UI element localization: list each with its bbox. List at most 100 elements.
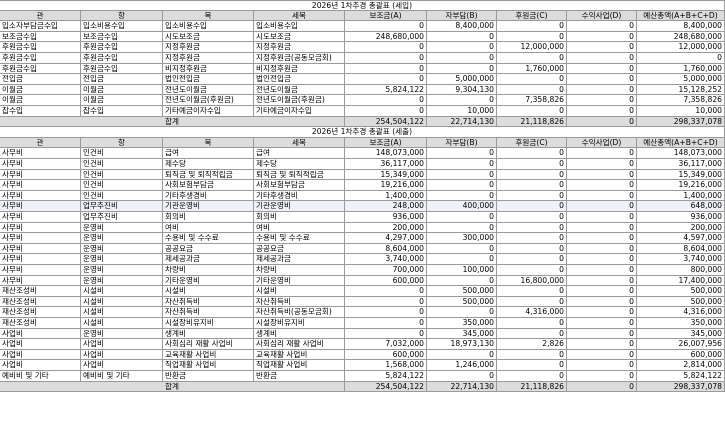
table1-cell[interactable]: 0 xyxy=(567,106,637,117)
table1-cell[interactable]: 전년도이월금 xyxy=(163,84,254,96)
table2-total-cell[interactable]: 254,504,122 xyxy=(345,381,427,393)
table1-cell[interactable]: 0 xyxy=(427,95,497,106)
table2-cell[interactable]: 7,032,000 xyxy=(345,339,427,350)
table1-cell[interactable]: 후원금수입 xyxy=(81,63,163,75)
table1-cell[interactable]: 보조금수입 xyxy=(81,31,163,43)
table2-cell[interactable]: 0 xyxy=(567,222,637,234)
table2-cell[interactable]: 0 xyxy=(427,190,497,202)
table1-cell[interactable]: 5,000,000 xyxy=(637,74,725,85)
table1-cell[interactable]: 입소비용수입 xyxy=(254,21,345,32)
table2-cell[interactable]: 사무비 xyxy=(0,190,81,202)
table2-cell[interactable]: 3,740,000 xyxy=(637,254,725,265)
table1-cell[interactable]: 법인전입금 xyxy=(163,74,254,85)
table2-cell[interactable]: 0 xyxy=(345,296,427,308)
table2-cell[interactable]: 재산조성비 xyxy=(0,307,81,318)
table2-cell[interactable]: 8,604,000 xyxy=(345,243,427,255)
table2-cell[interactable]: 시설비 xyxy=(163,286,254,297)
table1-cell[interactable]: 0 xyxy=(497,31,567,43)
table2-cell[interactable]: 사무비 xyxy=(0,148,81,159)
table1-cell[interactable]: 0 xyxy=(497,106,567,117)
table2-cell[interactable]: 0 xyxy=(497,159,567,170)
table1-cell[interactable]: 0 xyxy=(567,31,637,43)
table2-cell[interactable]: 0 xyxy=(567,328,637,340)
table2-cell[interactable]: 1,400,000 xyxy=(637,190,725,202)
table2-cell[interactable]: 사무비 xyxy=(0,243,81,255)
table2-cell[interactable]: 운영비 xyxy=(81,233,163,244)
table1-cell[interactable]: 10,000 xyxy=(427,106,497,117)
table1-cell[interactable]: 전입금 xyxy=(81,74,163,85)
table2-cell[interactable]: 교육재활 사업비 xyxy=(254,349,345,361)
table2-cell[interactable]: 0 xyxy=(567,212,637,223)
table2-cell[interactable]: 사무비 xyxy=(0,212,81,223)
table2-cell[interactable]: 사무비 xyxy=(0,275,81,287)
table2-cell[interactable]: 사무비 xyxy=(0,169,81,181)
table2-cell[interactable]: 시설비 xyxy=(81,307,163,318)
table2-cell[interactable]: 0 xyxy=(497,233,567,244)
table2-cell[interactable]: 0 xyxy=(567,254,637,265)
table2-cell[interactable]: 0 xyxy=(567,360,637,371)
table1-cell[interactable]: 5,824,122 xyxy=(345,84,427,96)
table1-cell[interactable]: 12,000,000 xyxy=(497,42,567,53)
table2-cell[interactable]: 업무추진비 xyxy=(81,212,163,223)
table2-cell[interactable]: 0 xyxy=(567,349,637,361)
table2-cell[interactable]: 18,973,130 xyxy=(427,339,497,350)
table1-cell[interactable]: 0 xyxy=(567,74,637,85)
table2-cell[interactable]: 생계비 xyxy=(254,328,345,340)
table1-cell[interactable]: 5,000,000 xyxy=(427,74,497,85)
table2-cell[interactable]: 운영비 xyxy=(81,243,163,255)
table2-cell[interactable]: 자산취득비 xyxy=(163,307,254,318)
table2-cell[interactable]: 0 xyxy=(497,254,567,265)
table2-cell[interactable]: 0 xyxy=(345,307,427,318)
table2-cell[interactable]: 0 xyxy=(497,318,567,329)
table2-cell[interactable]: 사회보험부담금 xyxy=(254,180,345,191)
table1-cell[interactable]: 후원금수입 xyxy=(0,42,81,53)
table2-cell[interactable]: 0 xyxy=(567,159,637,170)
table2-cell[interactable]: 운영비 xyxy=(81,222,163,234)
table2-cell[interactable]: 0 xyxy=(567,148,637,159)
table1-cell[interactable]: 0 xyxy=(427,31,497,43)
table2-cell[interactable]: 0 xyxy=(567,169,637,181)
table2-cell[interactable]: 0 xyxy=(345,318,427,329)
table1-cell[interactable]: 시도보조금 xyxy=(254,31,345,43)
table2-cell[interactable]: 급여 xyxy=(254,148,345,159)
table2-cell[interactable]: 사업비 xyxy=(81,360,163,371)
table1-cell[interactable]: 잡수입 xyxy=(0,106,81,117)
table2-cell[interactable]: 0 xyxy=(427,254,497,265)
table2-cell[interactable]: 사무비 xyxy=(0,265,81,276)
table2-cell[interactable]: 시설비 xyxy=(254,286,345,297)
table2-cell[interactable]: 사무비 xyxy=(0,254,81,265)
table2-cell[interactable]: 36,117,000 xyxy=(637,159,725,170)
table2-cell[interactable]: 4,316,000 xyxy=(637,307,725,318)
table1-cell[interactable]: 후원금수입 xyxy=(81,53,163,64)
table2-cell[interactable]: 공공요금 xyxy=(254,243,345,255)
table2-cell[interactable]: 0 xyxy=(497,296,567,308)
table2-cell[interactable]: 사업비 xyxy=(81,349,163,361)
table1-cell[interactable]: 0 xyxy=(567,84,637,96)
table2-cell[interactable]: 0 xyxy=(497,360,567,371)
table2-cell[interactable]: 0 xyxy=(427,349,497,361)
table2-cell[interactable]: 500,000 xyxy=(427,286,497,297)
table2-cell[interactable]: 0 xyxy=(427,148,497,159)
table1-cell[interactable]: 0 xyxy=(637,53,725,64)
table2-cell[interactable]: 사무비 xyxy=(0,180,81,191)
table2-cell[interactable]: 2,826 xyxy=(497,339,567,350)
table1-cell[interactable]: 기타예금이자수입 xyxy=(163,106,254,117)
table2-cell[interactable]: 직업재활 사업비 xyxy=(163,360,254,371)
table2-cell[interactable]: 사무비 xyxy=(0,159,81,170)
table2-cell[interactable]: 제세공과금 xyxy=(163,254,254,265)
table2-cell[interactable]: 생계비 xyxy=(163,328,254,340)
table2-cell[interactable]: 0 xyxy=(567,243,637,255)
table2-cell[interactable]: 350,000 xyxy=(427,318,497,329)
table2-cell[interactable]: 인건비 xyxy=(81,148,163,159)
table1-cell[interactable]: 입소비용수입 xyxy=(163,21,254,32)
table2-cell[interactable]: 700,000 xyxy=(345,265,427,276)
table2-cell[interactable]: 2,814,000 xyxy=(637,360,725,371)
table2-cell[interactable]: 인건비 xyxy=(81,190,163,202)
table2-cell[interactable]: 자산취득비(공동모금회) xyxy=(254,307,345,318)
table1-total-cell[interactable]: 298,337,078 xyxy=(637,116,725,128)
table2-cell[interactable]: 350,000 xyxy=(637,318,725,329)
table2-cell[interactable]: 제세공과금 xyxy=(254,254,345,265)
table2-cell[interactable]: 사회심리 재활 사업비 xyxy=(163,339,254,350)
table1-cell[interactable]: 이월금 xyxy=(81,84,163,96)
table1-cell[interactable]: 입소자부담금수입 xyxy=(0,21,81,32)
